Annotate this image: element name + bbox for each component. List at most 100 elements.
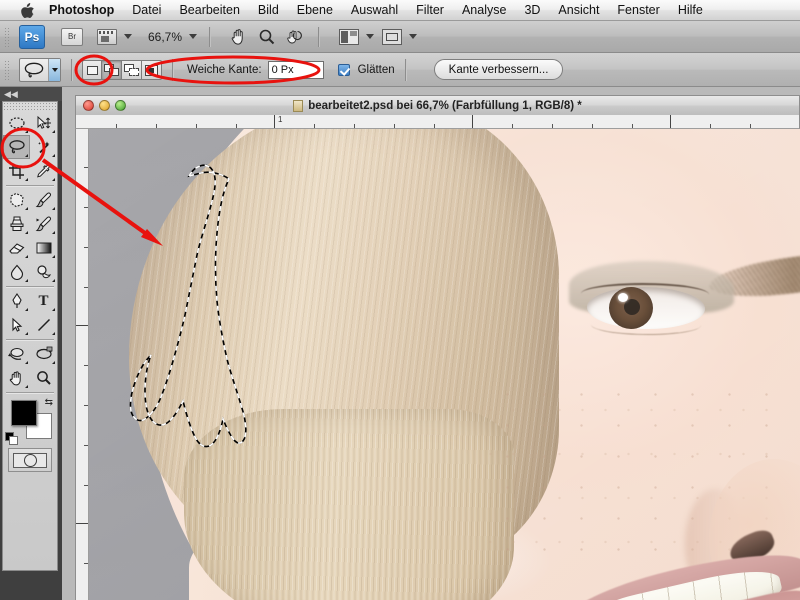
history-brush-tool[interactable] bbox=[30, 212, 57, 236]
appbar-separator-1 bbox=[209, 26, 211, 47]
menu-item-3d[interactable]: 3D bbox=[515, 0, 549, 21]
hand-tool[interactable] bbox=[3, 366, 30, 390]
magnifier-icon[interactable] bbox=[256, 26, 278, 48]
document-window: bearbeitet2.psd bei 66,7% (Farbfüllung 1… bbox=[75, 95, 800, 600]
document-title-bar[interactable]: bearbeitet2.psd bei 66,7% (Farbfüllung 1… bbox=[75, 95, 800, 115]
document-title: bearbeitet2.psd bei 66,7% (Farbfüllung 1… bbox=[76, 99, 799, 112]
menu-item-ansicht[interactable]: Ansicht bbox=[549, 0, 608, 21]
crop-tool-submenu-icon bbox=[22, 178, 28, 181]
new-selection-glyph bbox=[87, 65, 98, 75]
zoom-level-chevron-down-icon[interactable] bbox=[189, 34, 198, 39]
apple-logo-icon[interactable] bbox=[14, 2, 40, 18]
vertical-ruler[interactable] bbox=[75, 129, 89, 600]
brush-tool[interactable] bbox=[30, 188, 57, 212]
feather-input[interactable] bbox=[267, 60, 324, 79]
options-bar: Weiche Kante: Glätten Kante verbessern..… bbox=[0, 53, 800, 87]
antialias-checkbox[interactable] bbox=[337, 63, 350, 76]
menu-item-fenster[interactable]: Fenster bbox=[608, 0, 668, 21]
feather-label: Weiche Kante: bbox=[187, 63, 262, 76]
optionsbar-separator-2 bbox=[172, 58, 173, 81]
default-colors-icon[interactable] bbox=[5, 432, 18, 445]
tools-divider-2 bbox=[6, 286, 54, 287]
image-canvas[interactable] bbox=[89, 129, 800, 600]
eraser-tool[interactable] bbox=[3, 236, 30, 260]
eyedropper-tool[interactable] bbox=[30, 159, 57, 183]
gradient-tool[interactable] bbox=[30, 236, 57, 260]
menu-item-bild[interactable]: Bild bbox=[249, 0, 288, 21]
photoshop-launch-badge[interactable]: Ps bbox=[19, 24, 45, 49]
tools-panel-grip[interactable] bbox=[3, 102, 57, 111]
blur-tool[interactable] bbox=[3, 260, 30, 284]
tool-preset-chevron-down-icon[interactable] bbox=[48, 58, 60, 81]
bridge-button[interactable]: Br bbox=[61, 27, 83, 46]
screen-mode-icon[interactable] bbox=[382, 28, 403, 45]
magic-wand-tool[interactable] bbox=[30, 135, 57, 159]
horizontal-ruler[interactable]: 1 bbox=[75, 115, 800, 129]
menu-item-photoshop[interactable]: Photoshop bbox=[40, 0, 123, 21]
marquee-tool[interactable] bbox=[3, 111, 30, 135]
screen-mode-chevron-down-icon[interactable] bbox=[409, 34, 418, 39]
menu-item-bearbeiten[interactable]: Bearbeiten bbox=[170, 0, 248, 21]
tools-group-3d-nav bbox=[3, 342, 57, 390]
patch-tool[interactable] bbox=[3, 188, 30, 212]
subtract-selection-glyph-b bbox=[129, 67, 139, 76]
move-tool-submenu-icon bbox=[49, 130, 55, 133]
mini-bridge-chevron-down-icon[interactable] bbox=[124, 34, 132, 39]
3d-orbit-tool-submenu-icon bbox=[49, 361, 55, 364]
magic-wand-tool-submenu-icon bbox=[49, 154, 55, 157]
swap-colors-icon[interactable]: ⇆ bbox=[45, 397, 53, 408]
zoom-level-value[interactable]: 66,7% bbox=[148, 30, 182, 44]
new-selection-button[interactable] bbox=[82, 59, 102, 80]
type-tool[interactable]: T bbox=[30, 289, 57, 313]
foreground-color-swatch[interactable] bbox=[11, 400, 37, 426]
lasso-tool-icon bbox=[20, 61, 48, 79]
crop-tool[interactable] bbox=[3, 159, 30, 183]
selection-mode-group bbox=[82, 59, 162, 80]
hand-icon[interactable] bbox=[228, 26, 250, 48]
collapse-panel-icon[interactable]: ◀◀ bbox=[0, 87, 62, 101]
photo-portrait bbox=[89, 129, 800, 600]
optionsbar-grip bbox=[4, 59, 11, 80]
active-tool-preset-picker[interactable] bbox=[19, 57, 61, 82]
3d-rotate-tool[interactable] bbox=[3, 342, 30, 366]
3d-orbit-tool[interactable] bbox=[30, 342, 57, 366]
clone-stamp-tool-submenu-icon bbox=[22, 231, 28, 234]
menu-item-datei[interactable]: Datei bbox=[123, 0, 170, 21]
menu-item-analyse[interactable]: Analyse bbox=[453, 0, 515, 21]
tools-panel: T ⇆ bbox=[2, 101, 58, 571]
tools-group-retouch bbox=[3, 188, 57, 284]
refine-edge-button[interactable]: Kante verbessern... bbox=[433, 59, 564, 80]
optionsbar-separator-3 bbox=[404, 58, 406, 81]
path-selection-tool[interactable] bbox=[3, 313, 30, 337]
subtract-from-selection-button[interactable] bbox=[122, 59, 142, 80]
line-tool[interactable] bbox=[30, 313, 57, 337]
optionsbar-separator-1 bbox=[71, 58, 72, 81]
lasso-tool[interactable] bbox=[3, 135, 30, 159]
menu-item-auswahl[interactable]: Auswahl bbox=[342, 0, 407, 21]
pen-tool-submenu-icon bbox=[22, 308, 28, 311]
clone-stamp-tool[interactable] bbox=[3, 212, 30, 236]
tools-panel-dock: ◀◀ T ⇆ bbox=[0, 87, 62, 600]
menu-item-ebene[interactable]: Ebene bbox=[288, 0, 342, 21]
color-swatches: ⇆ bbox=[3, 397, 57, 445]
menu-bar: Photoshop Datei Bearbeiten Bild Ebene Au… bbox=[0, 0, 800, 21]
arrange-documents-chevron-down-icon[interactable] bbox=[366, 34, 375, 39]
photo-hair-lower-strands bbox=[184, 409, 514, 600]
intersect-with-selection-button[interactable] bbox=[142, 59, 162, 80]
add-selection-glyph-b bbox=[109, 67, 119, 76]
line-tool-submenu-icon bbox=[49, 332, 55, 335]
photo-mouth bbox=[559, 540, 800, 600]
photo-upper-lash bbox=[581, 283, 709, 305]
quick-mask-button[interactable] bbox=[8, 448, 52, 472]
add-to-selection-button[interactable] bbox=[102, 59, 122, 80]
hand-tool-submenu-icon bbox=[22, 385, 28, 388]
menu-item-hilfe[interactable]: Hilfe bbox=[669, 0, 712, 21]
menu-item-filter[interactable]: Filter bbox=[407, 0, 453, 21]
move-tool[interactable] bbox=[30, 111, 57, 135]
arrange-documents-icon[interactable] bbox=[339, 28, 360, 45]
mini-bridge-icon[interactable] bbox=[97, 28, 117, 45]
dodge-tool[interactable] bbox=[30, 260, 57, 284]
pen-tool[interactable] bbox=[3, 289, 30, 313]
rotate-view-icon[interactable] bbox=[284, 26, 306, 48]
zoom-tool[interactable] bbox=[30, 366, 57, 390]
